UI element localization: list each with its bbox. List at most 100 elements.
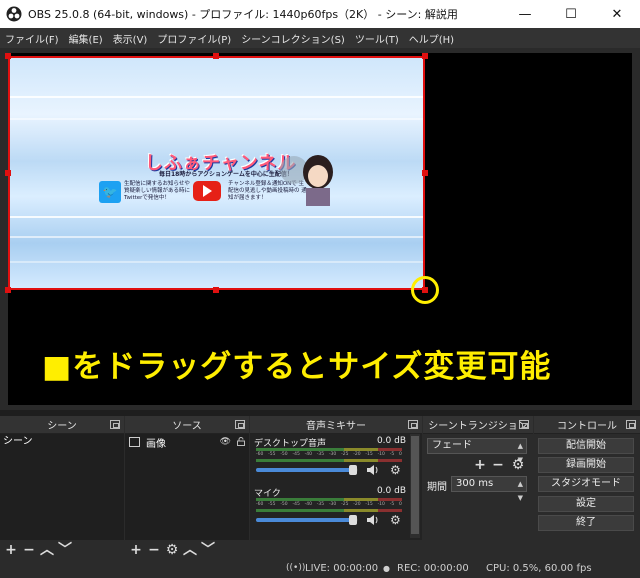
resize-handle-top[interactable] [213,53,219,59]
resize-handle-right[interactable] [422,170,428,176]
obs-logo-icon [6,6,22,22]
start-streaming-button[interactable]: 配信開始 [538,438,634,454]
resize-handle-left[interactable] [5,170,11,176]
mixer-title: 音声ミキサー [306,421,366,432]
title-bar: OBS 25.0.8 (64-bit, windows) - プロファイル: 1… [0,0,640,28]
scenes-header: シーン [0,416,124,434]
lock-icon[interactable] [237,437,245,446]
selection-box [8,56,425,290]
volume-slider[interactable] [256,515,358,525]
gear-icon[interactable]: ⚙ [390,463,401,477]
move-up-icon[interactable]: ︿ [40,543,54,557]
volume-slider[interactable] [256,465,358,475]
level-meter [256,498,402,501]
level-meter [256,448,402,451]
scenes-dock: シーン シーン + − ︿ ﹀ [0,416,124,560]
move-down-icon[interactable]: ﹀ [58,543,72,557]
controls-dock: コントロール 配信開始 録画開始 スタジオモード 設定 終了 [534,416,640,560]
float-icon[interactable] [110,420,120,429]
remove-icon[interactable]: − [147,543,161,557]
close-button[interactable]: ✕ [594,0,640,28]
studio-mode-button[interactable]: スタジオモード [538,476,634,492]
controls-header: コントロール [534,416,640,434]
add-icon[interactable]: + [473,458,487,472]
highlight-circle [411,276,439,304]
duration-label: 期間 [427,482,447,493]
start-recording-button[interactable]: 録画開始 [538,457,634,473]
gear-icon[interactable]: ⚙ [390,513,401,527]
add-icon[interactable]: + [129,543,143,557]
menu-tools[interactable]: ツール(T) [350,31,404,46]
resize-handle-bottom-left[interactable] [5,287,11,293]
transitions-dock: シーントランジション フェード ▲ ▼ + − ⚙ 期間 300 ms ▲ ▼ [423,416,533,560]
rec-time: REC: 00:00:00 [397,563,469,574]
image-icon [129,437,140,447]
mixer-track-desktop: デスクトップ音声 0.0 dB -60 -55 -50 -45 -40 -35 -30 -25… [250,434,422,484]
exit-button[interactable]: 終了 [538,515,634,531]
spin-arrows-icon: ▲ ▼ [517,480,523,502]
float-icon[interactable] [408,420,418,429]
track-db: 0.0 dB [376,436,406,446]
meter-scale: -60 -55 -50 -45 -40 -35 -30 -25 -20 -15 -10 -5 0 [256,502,402,507]
add-icon[interactable]: + [4,543,18,557]
cpu-fps: CPU: 0.5%, 60.00 fps [486,563,592,574]
resize-handle-bottom[interactable] [213,287,219,293]
scene-item[interactable]: シーン [0,434,124,450]
remove-icon[interactable]: − [22,543,36,557]
float-icon[interactable] [519,420,529,429]
preview-area: しふぁチャンネル 毎日18時からアクションゲームを中心に生配信！ 🐦 生配信に関… [0,48,640,410]
scenes-title: シーン [47,421,77,432]
speaker-icon[interactable] [366,464,380,476]
gear-icon[interactable]: ⚙ [165,543,179,557]
preview-canvas[interactable]: しふぁチャンネル 毎日18時からアクションゲームを中心に生配信！ 🐦 生配信に関… [5,53,632,405]
controls-body: 配信開始 録画開始 スタジオモード 設定 終了 [534,434,640,540]
move-down-icon[interactable]: ﹀ [201,543,215,557]
level-meter [256,459,402,462]
menu-scene-collection[interactable]: シーンコレクション(S) [236,31,350,46]
sources-title: ソース [172,421,202,432]
maximize-button[interactable]: ☐ [548,0,594,28]
duration-value: 300 ms [456,478,494,489]
annotation-text: ■をドラッグするとサイズ変更可能 [42,349,552,385]
source-item[interactable]: 画像 👁 [125,434,249,450]
scenes-toolbar: + − ︿ ﹀ [0,540,124,560]
eye-icon[interactable]: 👁 [220,437,231,447]
menu-file[interactable]: ファイル(F) [0,31,64,46]
level-meter [256,509,402,512]
sources-dock: ソース 画像 👁 + − ⚙ ︿ ﹀ [125,416,249,560]
resize-handle-top-right[interactable] [422,53,428,59]
sources-header: ソース [125,416,249,434]
live-icon: ((•)) [286,563,306,573]
transitions-header: シーントランジション [423,416,533,434]
float-icon[interactable] [626,420,636,429]
meter-scale: -60 -55 -50 -45 -40 -35 -30 -25 -20 -15 -10 -5 0 [256,452,402,457]
move-up-icon[interactable]: ︿ [183,543,197,557]
menu-edit[interactable]: 編集(E) [64,31,108,46]
transitions-title: シーントランジション [428,421,528,432]
transition-select[interactable]: フェード ▲ ▼ [427,438,527,464]
settings-button[interactable]: 設定 [538,496,634,512]
rec-icon: ● [383,564,390,573]
speaker-icon[interactable] [366,514,380,526]
mixer-scrollbar[interactable] [410,434,420,538]
menu-help[interactable]: ヘルプ(H) [404,31,459,46]
gear-icon[interactable]: ⚙ [511,458,525,472]
scenes-list: シーン [0,434,124,540]
sources-list: 画像 👁 [125,434,249,540]
menu-view[interactable]: 表示(V) [108,31,153,46]
live-time: LIVE: 00:00:00 [305,563,379,574]
status-bar: ((•)) LIVE: 00:00:00 ● REC: 00:00:00 CPU… [0,560,640,578]
mixer-dock: 音声ミキサー デスクトップ音声 0.0 dB -60 -55 -50 -45 -40 -3… [250,416,422,560]
menu-bar: ファイル(F) 編集(E) 表示(V) プロファイル(P) シーンコレクション(… [0,28,640,48]
minimize-button[interactable]: — [502,0,548,28]
duration-input[interactable]: 300 ms ▲ ▼ [451,476,527,502]
mixer-track-mic: マイク 0.0 dB -60 -55 -50 -45 -40 -35 -30 -25 -20 -1… [250,484,422,534]
menu-profile[interactable]: プロファイル(P) [152,31,236,46]
resize-handle-top-left[interactable] [5,53,11,59]
mixer-header: 音声ミキサー [250,416,422,434]
remove-icon[interactable]: − [491,458,505,472]
window-title: OBS 25.0.8 (64-bit, windows) - プロファイル: 1… [28,8,458,21]
dock-area: シーン シーン + − ︿ ﹀ ソース 画像 👁 + − ⚙ ︿ ﹀ 音声ミキサ… [0,416,640,560]
float-icon[interactable] [235,420,245,429]
source-name: 画像 [146,438,166,450]
